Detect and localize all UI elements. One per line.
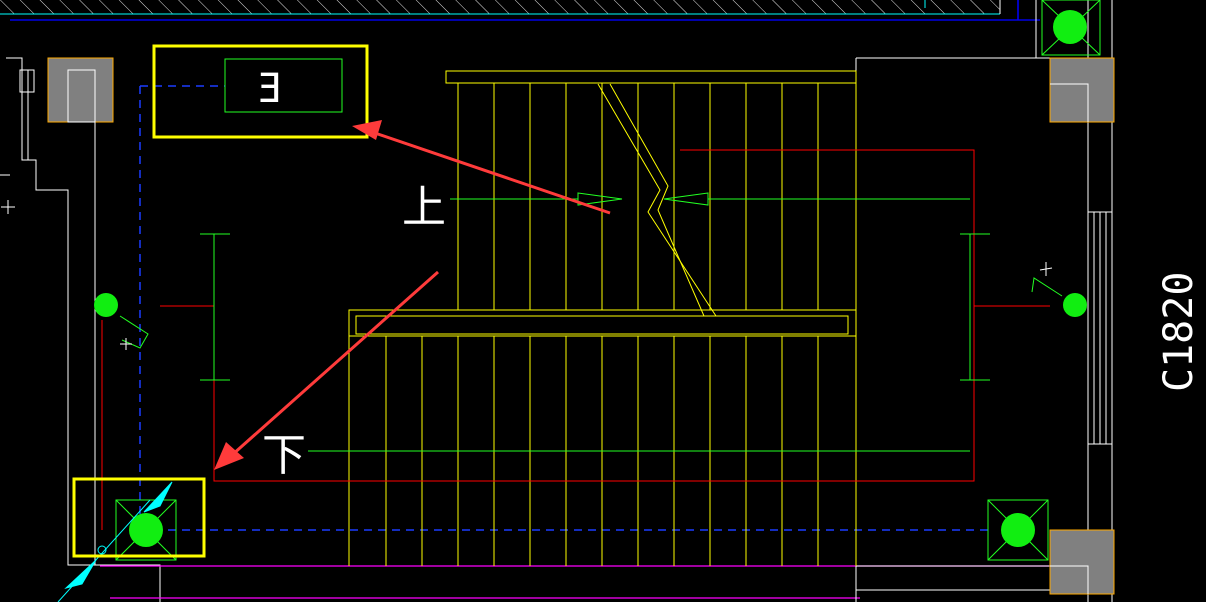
light-fixture-left — [94, 293, 118, 317]
window-label: C1820 — [1156, 272, 1202, 392]
outlet-label: E — [258, 66, 282, 112]
fixture-dot-bottom-right — [1001, 513, 1035, 547]
column-top-right — [1049, 57, 1115, 123]
cad-drawing-canvas: E 上 下 C1820 — [0, 0, 1206, 602]
stair-up-label: 上 — [402, 182, 446, 233]
column-top-left — [47, 57, 114, 123]
light-fixture-right — [1063, 293, 1087, 317]
drawing-background — [0, 0, 1206, 602]
stair-down-label: 下 — [262, 430, 306, 481]
fixture-dot-top-right — [1053, 10, 1087, 44]
column-bottom-right — [1049, 529, 1115, 595]
